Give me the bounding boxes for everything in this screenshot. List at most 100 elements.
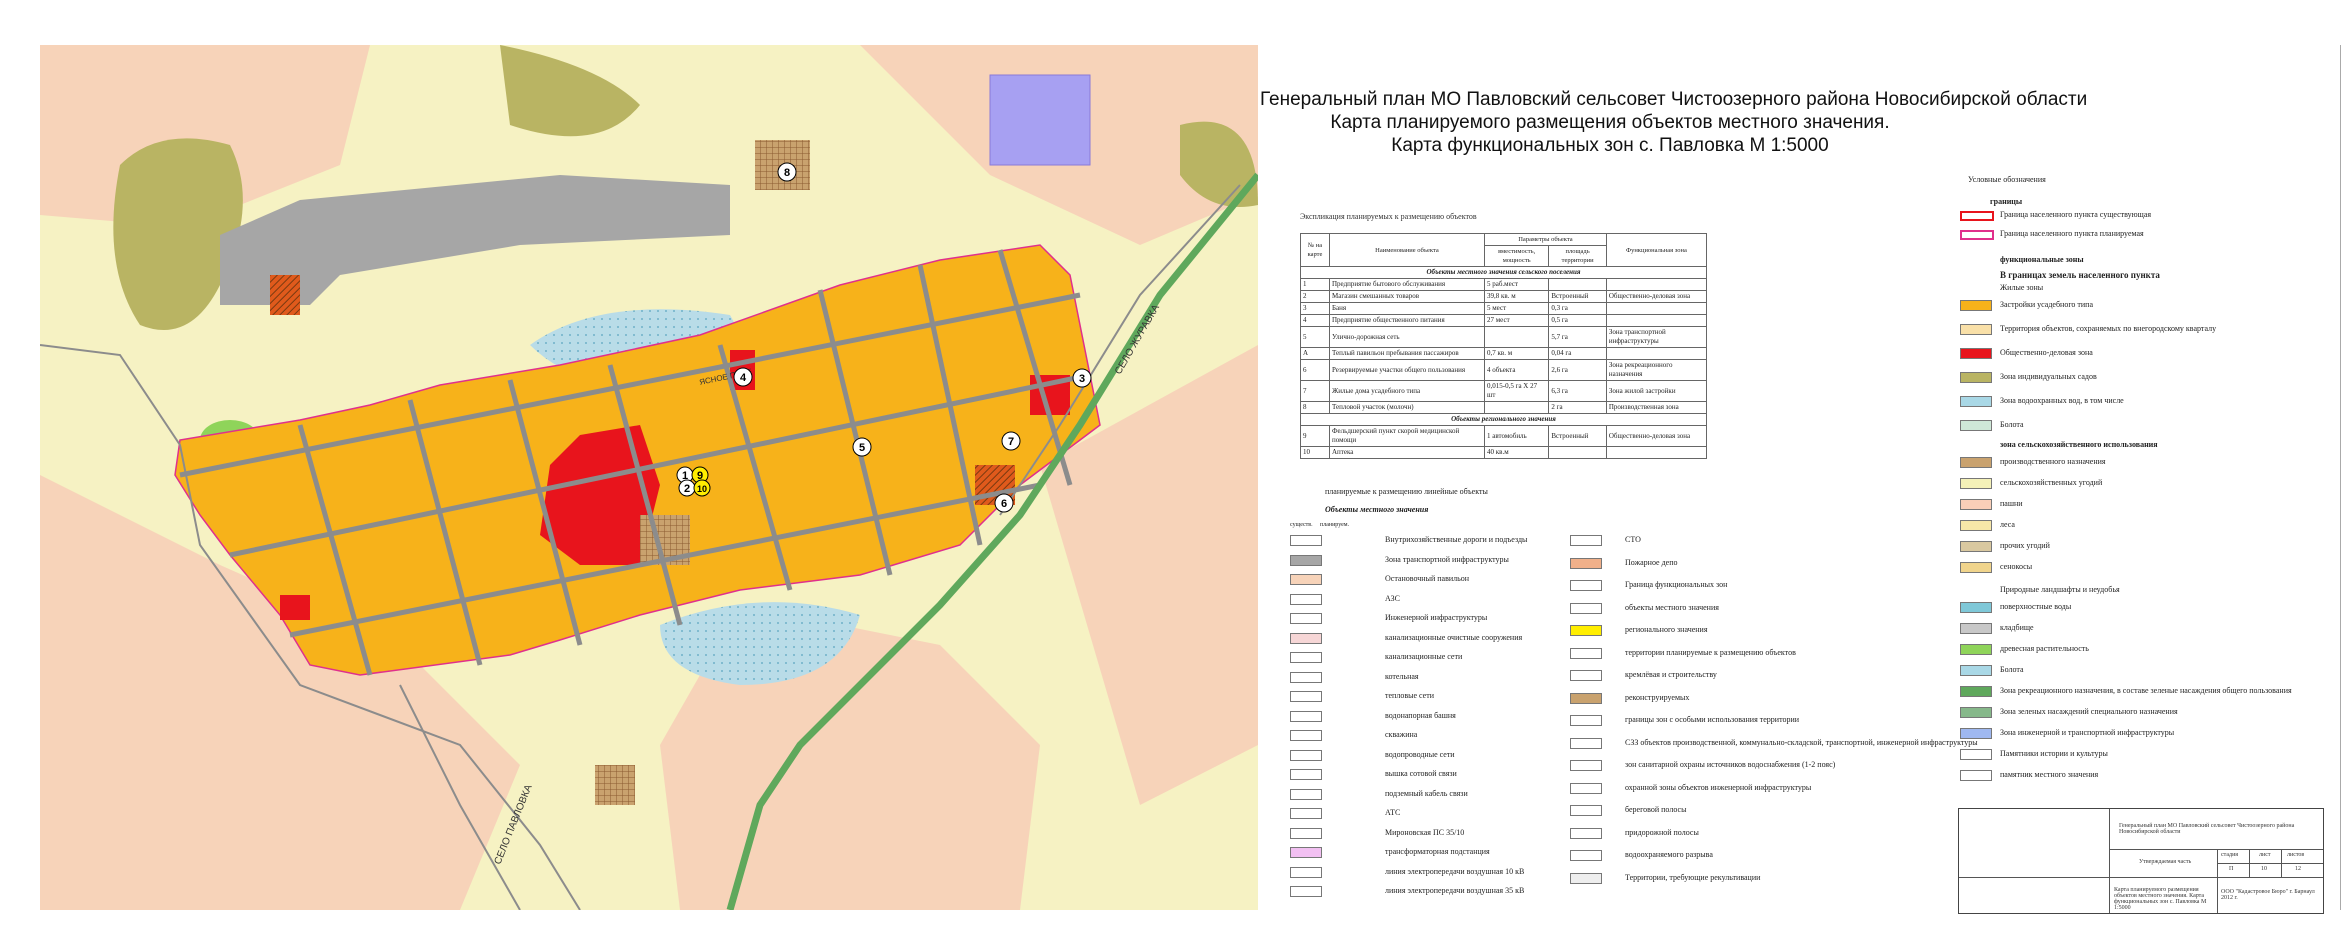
section-local: Объекты местного значения сельского посе… <box>1300 266 1707 279</box>
table-cell: 5 мест <box>1483 302 1550 315</box>
legend-right: Условные обозначения границы Граница нас… <box>1960 175 2340 795</box>
legend-item: Мироновская ПС 35/10 <box>1385 827 1465 837</box>
legend-item: территории планируемые к размещению объе… <box>1625 647 1796 657</box>
legend-item: водонапорная башня <box>1385 710 1456 720</box>
agri-head: зона сельскохозяйственного использования <box>2000 440 2158 449</box>
legend-item: кремлёвая и строительству <box>1625 670 1717 679</box>
marker-5[interactable]: 5 <box>852 437 872 457</box>
table-cell: 27 мест <box>1483 314 1550 327</box>
marker-3[interactable]: 3 <box>1072 368 1092 388</box>
legend-swatch <box>1960 707 1992 718</box>
legend-item: сенокосы <box>2000 562 2033 571</box>
legend-swatch <box>1960 602 1992 613</box>
table-cell: 1 автомобиль <box>1483 425 1550 447</box>
table-cell: Предприятие бытового обслуживания <box>1329 278 1485 291</box>
legend-swatch <box>1570 692 1602 704</box>
title-line-2: Карта планируемого размещения объектов м… <box>1330 112 1890 133</box>
table-row: А Теплый павильон пребывания пассажиров 0,… <box>1300 347 1708 360</box>
table-cell: 4 <box>1300 314 1330 327</box>
table-cell: 0,04 га <box>1548 347 1607 360</box>
legend-item: придорожной полосы <box>1625 827 1699 837</box>
table-cell <box>1605 302 1708 315</box>
legend-col-planned: планируем. <box>1320 522 1350 528</box>
table-cell: 7 <box>1300 380 1330 402</box>
table-row: 5 Улично-дорожная сеть 5,7 га Зона транспор… <box>1300 326 1708 348</box>
stamp-stage-head: стадия <box>2221 852 2239 858</box>
legend-item: Зона транспортной инфраструктуры <box>1385 554 1509 564</box>
legend-swatch <box>1290 788 1322 800</box>
table-cell: 0,015-0,5 га X 27 шт <box>1483 380 1550 402</box>
legend-item: подземный кабель связи <box>1385 788 1468 798</box>
table-cell: А <box>1300 347 1330 360</box>
legend-swatch <box>1570 535 1602 546</box>
title-line-3: Карта функциональных зон с. Павловка М 1… <box>1391 135 1829 156</box>
marker-10[interactable]: 10 <box>693 479 711 497</box>
legend-middle: СТО Пожарное депо Граница функциональных з… <box>1565 535 1978 905</box>
table-row: 10 Аптека 40 кв.м <box>1300 446 1708 459</box>
legend-swatch <box>1290 886 1322 897</box>
map-canvas[interactable]: СЕЛО ЖУРАВКА СЕЛО ПАВЛОВКА ЯСНОЕ ПОЛЕ 1 … <box>40 45 1258 910</box>
legend-right-head: Условные обозначения <box>1968 175 2046 184</box>
stamp-stage: Утверждаемая часть <box>2139 859 2192 865</box>
legend-col-existing: существ. <box>1290 522 1313 528</box>
table-cell <box>1605 314 1708 327</box>
table-cell: Зона рекреационного назначения <box>1605 359 1708 381</box>
legend-item: Зона зеленых насаждений специального наз… <box>2000 707 2178 716</box>
legend-item: зон санитарной охраны источников водосна… <box>1625 760 1836 769</box>
table-cell: 0,3 га <box>1548 302 1607 315</box>
marker-7[interactable]: 7 <box>1001 431 1021 451</box>
title-block: Генеральный план МО Павловский сельсовет… <box>1958 808 2324 914</box>
legend-swatch <box>1290 710 1322 722</box>
legend-item: АТС <box>1385 808 1401 817</box>
legend-item: вышка сотовой связи <box>1385 769 1457 778</box>
legend-item: Зона рекреационного назначения, в состав… <box>2000 686 2292 695</box>
legend-item: Граница функциональных зон <box>1625 580 1728 589</box>
legend-swatch <box>1570 580 1602 591</box>
stamp-org: ООО "Кадастровое Бюро" г. Барнаул 2012 г… <box>2221 889 2315 901</box>
col-zone: Функциональная зона <box>1605 233 1708 267</box>
legend-swatch <box>1290 554 1322 566</box>
svg-text:3: 3 <box>1079 373 1085 385</box>
table-cell: 2 га <box>1548 401 1607 414</box>
stamp-stage-val: П <box>2229 866 2234 872</box>
table-cell: Фельдшерский пункт скорой медицинской по… <box>1329 425 1485 447</box>
legend-left: планируемые к размещению линейные объект… <box>1290 480 1600 910</box>
table-row: 8 Тепловой участок (молочн) 2 га Производст… <box>1300 401 1708 414</box>
table-cell: Улично-дорожная сеть <box>1329 326 1485 348</box>
legend-item: линия электропередачи воздушная 35 кВ <box>1385 886 1525 895</box>
document-title: Генеральный план МО Павловский сельсовет… <box>1260 88 2087 157</box>
svg-text:7: 7 <box>1008 436 1014 448</box>
legend-item: скважина <box>1385 730 1418 739</box>
legend-item: памятник местного значения <box>2000 770 2099 779</box>
borders-head: границы <box>1990 197 2023 206</box>
legend-item: Территория объектов, сохраняемых по внег… <box>2000 324 2217 333</box>
legend-swatch <box>1570 827 1602 839</box>
table-cell <box>1483 326 1550 348</box>
legend-item: древесная растительность <box>2000 644 2089 653</box>
legend-swatch <box>1960 478 1992 489</box>
map-panel[interactable]: СЕЛО ЖУРАВКА СЕЛО ПАВЛОВКА ЯСНОЕ ПОЛЕ 1 … <box>40 45 1258 910</box>
legend-swatch <box>1570 737 1602 749</box>
legend-item: Застройки усадебного типа <box>2000 300 2094 309</box>
marker-8[interactable]: 8 <box>777 162 797 182</box>
svg-text:8: 8 <box>784 167 790 179</box>
legend-item: тепловые сети <box>1385 691 1434 700</box>
func-zones-sub: В границах земель населенного пункта <box>2000 270 2160 280</box>
legend-swatch <box>1960 499 1992 510</box>
legend-swatch <box>1960 372 1992 383</box>
legend-swatch <box>1290 866 1322 878</box>
table-cell: Магазин смешанных товаров <box>1329 290 1485 303</box>
table-cell: 2 <box>1300 290 1330 303</box>
marker-4[interactable]: 4 <box>733 367 753 387</box>
marker-2[interactable]: 2 <box>678 479 696 497</box>
legend-note: планируемые к размещению линейные объект… <box>1325 487 1488 496</box>
col-params: Параметры объекта <box>1484 233 1607 246</box>
border-planned-label: Граница населенного пункта планируемая <box>2000 229 2144 238</box>
marker-6[interactable]: 6 <box>994 493 1014 513</box>
legend-item: водопроводные сети <box>1385 749 1455 759</box>
table-row: 1 Предприятие бытового обслуживания 5 раб.… <box>1300 278 1708 291</box>
stamp-sheet-head: лист <box>2259 852 2271 858</box>
table-cell: Производственная зона <box>1605 401 1708 414</box>
legend-item: кладбище <box>2000 623 2034 632</box>
legend-swatch <box>1290 769 1322 780</box>
